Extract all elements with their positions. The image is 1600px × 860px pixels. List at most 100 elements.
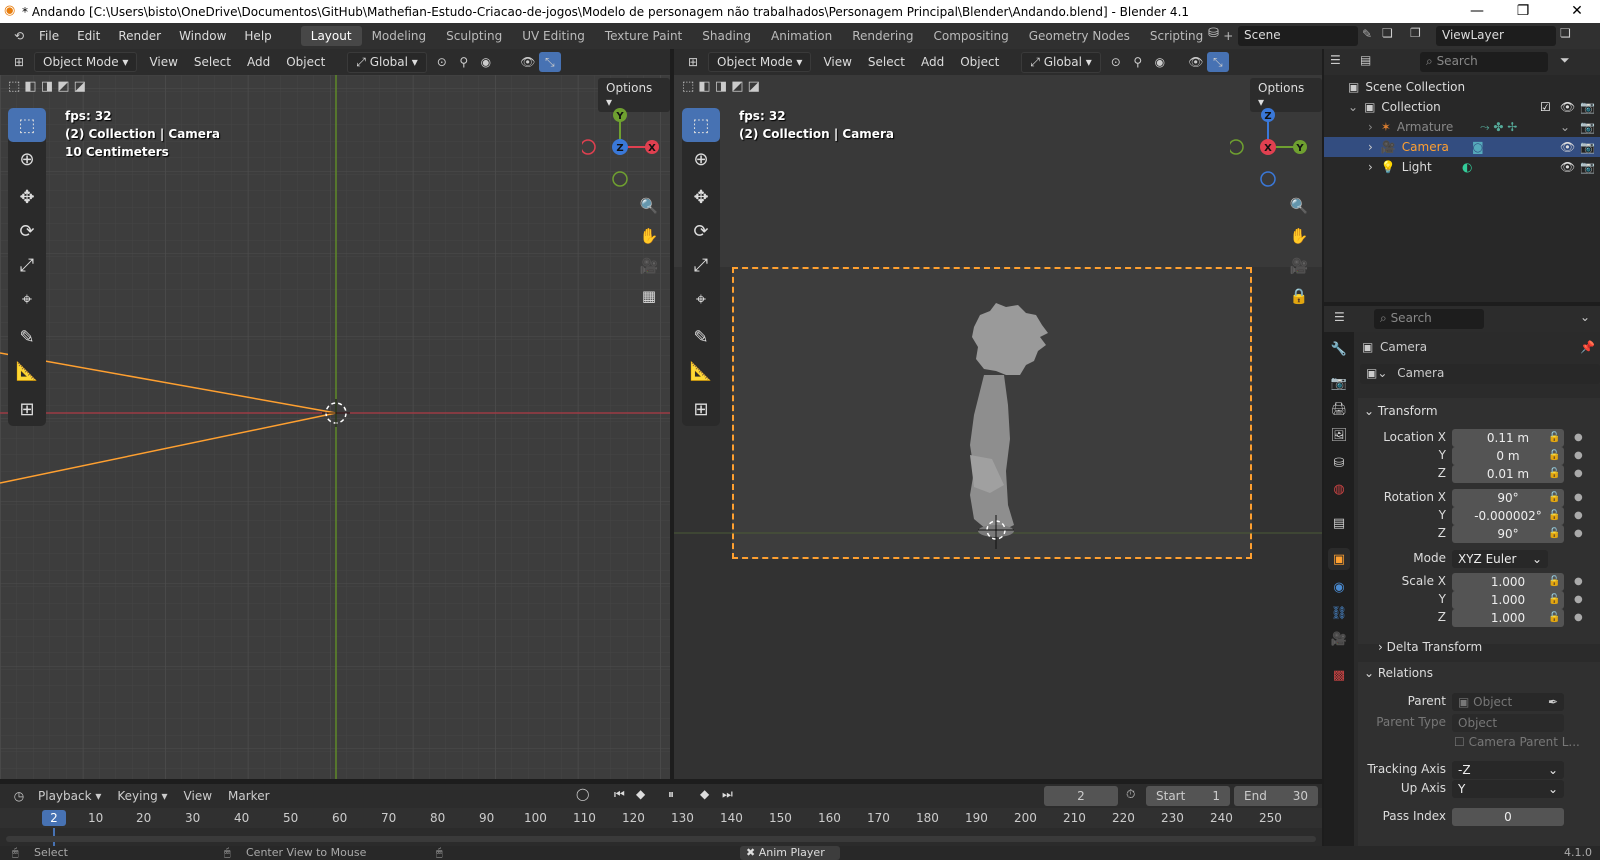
snap-icon[interactable]: ⚲	[1127, 52, 1149, 72]
pivot-icon[interactable]: ⊙	[1105, 52, 1127, 72]
outliner-row-light[interactable]: › 💡 Light ◐ 👁 📷	[1324, 157, 1600, 177]
lock-icon[interactable]: 🔓	[1548, 450, 1560, 461]
eye-icon[interactable]: 👁	[1560, 160, 1575, 174]
pan-hand-icon[interactable]: ✋	[1286, 223, 1312, 249]
close-button[interactable]: ✕	[1554, 0, 1600, 23]
right-menu-view[interactable]: View	[815, 55, 859, 69]
keyframe-dot-icon[interactable]: ●	[1574, 576, 1583, 587]
zoom-icon[interactable]: 🔍	[636, 193, 662, 219]
move-tool-icon[interactable]: ✥	[8, 180, 46, 214]
keyframe-dot-icon[interactable]: ●	[1574, 468, 1583, 479]
left-menu-select[interactable]: Select	[186, 55, 239, 69]
blender-menu-icon[interactable]: ⟲	[8, 26, 30, 46]
tab-compositing[interactable]: Compositing	[923, 26, 1018, 46]
texture-tab-icon[interactable]: ▩	[1328, 664, 1350, 686]
pivot-icon[interactable]: ⊙	[431, 52, 453, 72]
lock-icon[interactable]: 🔓	[1548, 492, 1560, 503]
outliner-editor-icon[interactable]: ☰	[1330, 53, 1341, 67]
tab-animation[interactable]: Animation	[761, 26, 842, 46]
menu-help[interactable]: Help	[235, 29, 280, 43]
tab-geometry-nodes[interactable]: Geometry Nodes	[1019, 26, 1140, 46]
gizmo-toggle-icon[interactable]: ⤡	[1206, 52, 1229, 72]
display-mode-icon[interactable]: ▤	[1360, 53, 1371, 67]
render-camera-icon[interactable]: 📷	[1580, 140, 1595, 154]
object-name-field[interactable]: ▣⌄ Camera	[1360, 364, 1600, 384]
chevron-down-icon[interactable]: ⌄	[1348, 100, 1358, 114]
minimize-button[interactable]: —	[1454, 0, 1500, 23]
scene-tab-icon[interactable]: ⛁	[1328, 452, 1350, 474]
pan-hand-icon[interactable]: ✋	[636, 223, 662, 249]
jump-end-icon[interactable]: ⏭	[722, 787, 733, 802]
eye-icon[interactable]: 👁	[1560, 140, 1575, 154]
timeline-menu-playback[interactable]: Playback ▾	[30, 789, 109, 803]
object-tab-icon[interactable]: ▣	[1328, 548, 1350, 570]
eye-icon[interactable]: 👁	[1560, 100, 1575, 114]
add-cube-tool-icon[interactable]: ⊞	[8, 392, 46, 426]
camera-parent-lock-checkbox[interactable]: ☐ Camera Parent L...	[1454, 735, 1580, 749]
cursor-tool-icon[interactable]: ⊕	[682, 142, 720, 176]
outliner-row-scene-collection[interactable]: ▣ Scene Collection	[1324, 77, 1600, 97]
camera-view-icon[interactable]: 🎥	[636, 253, 662, 279]
left-menu-object[interactable]: Object	[278, 55, 333, 69]
menu-file[interactable]: File	[30, 29, 68, 43]
parent-field[interactable]: ▣ Object ✒	[1452, 693, 1564, 711]
timeline-ruler[interactable]: 2 10 20 30 40 50 60 70 80 90 100 110 120…	[0, 808, 1322, 828]
left-menu-view[interactable]: View	[141, 55, 185, 69]
pin-icon[interactable]: 📌	[1580, 340, 1595, 354]
pass-index-field[interactable]: 0	[1452, 808, 1564, 826]
tracking-axis-dropdown[interactable]: -Z ⌄	[1452, 761, 1564, 779]
keyframe-dot-icon[interactable]: ●	[1574, 612, 1583, 623]
maximize-button[interactable]: ❐	[1500, 0, 1546, 23]
tab-scripting[interactable]: Scripting	[1140, 26, 1213, 46]
transform-tool-icon[interactable]: ⌖	[682, 282, 720, 316]
right-menu-add[interactable]: Add	[913, 55, 952, 69]
ortho-grid-icon[interactable]: ▦	[636, 283, 662, 309]
end-frame-field[interactable]: End 30	[1234, 786, 1318, 806]
left-nav-gizmo[interactable]: Y X Z	[582, 107, 670, 187]
tab-sculpting[interactable]: Sculpting	[436, 26, 512, 46]
zoom-icon[interactable]: 🔍	[1286, 193, 1312, 219]
tab-layout[interactable]: Layout	[300, 26, 362, 46]
transform-tool-icon[interactable]: ⌖	[8, 282, 46, 316]
left-orientation-dropdown[interactable]: ⤢ Global ▾	[347, 51, 427, 73]
start-frame-field[interactable]: Start 1	[1146, 786, 1230, 806]
physics-tab-icon[interactable]: ◉	[1328, 576, 1350, 598]
right-menu-object[interactable]: Object	[952, 55, 1007, 69]
tab-rendering[interactable]: Rendering	[842, 26, 923, 46]
add-cube-tool-icon[interactable]: ⊞	[682, 392, 720, 426]
timeline-menu-marker[interactable]: Marker	[220, 789, 277, 803]
lock-camera-icon[interactable]: 🔒	[1286, 283, 1312, 309]
keyframe-dot-icon[interactable]: ●	[1574, 528, 1583, 539]
measure-tool-icon[interactable]: 📐	[8, 354, 46, 388]
anim-player-job[interactable]: ✖ Anim Player	[740, 846, 840, 860]
measure-tool-icon[interactable]: 📐	[682, 354, 720, 388]
tool-tab-icon[interactable]: 🔧	[1328, 338, 1350, 360]
playhead-frame[interactable]: 2	[42, 810, 66, 826]
right-mode-dropdown[interactable]: Object Mode ▾	[708, 52, 812, 72]
keyframe-dot-icon[interactable]: ●	[1574, 450, 1583, 461]
right-viewport[interactable]: ⬚ ⊕ ✥ ⟳ ⤢ ⌖ ✎ 📐 ⊞ ⬚ ◧ ◨ ◩ ◪ fps: 32 (2) …	[674, 75, 1322, 779]
rotation-mode-dropdown[interactable]: XYZ Euler ⌄	[1452, 550, 1548, 568]
menu-window[interactable]: Window	[170, 29, 235, 43]
scene-selector[interactable]: Scene	[1238, 26, 1358, 46]
editor-type-icon[interactable]: ⊞	[682, 52, 704, 72]
record-icon[interactable]: ◯	[576, 787, 589, 801]
timeline-menu-keying[interactable]: Keying ▾	[109, 789, 175, 803]
visibility-icon[interactable]: 👁	[517, 52, 539, 72]
up-axis-dropdown[interactable]: Y ⌄	[1452, 780, 1564, 798]
render-camera-icon[interactable]: 📷	[1580, 120, 1595, 134]
tab-modeling[interactable]: Modeling	[362, 26, 437, 46]
world-tab-icon[interactable]: ◍	[1328, 478, 1350, 500]
render-camera-icon[interactable]: 📷	[1580, 160, 1595, 174]
parent-type-dropdown[interactable]: Object	[1452, 714, 1564, 732]
menu-edit[interactable]: Edit	[68, 29, 109, 43]
tab-shading[interactable]: Shading	[692, 26, 761, 46]
scale-tool-icon[interactable]: ⤢	[682, 248, 720, 282]
left-viewport[interactable]: ⬚ ⊕ ✥ ⟳ ⤢ ⌖ ✎ 📐 ⊞ ⬚ ◧ ◨ ◩ ◪ fps: 32 (2) …	[0, 75, 670, 779]
proportional-edit-icon[interactable]: ◉	[1149, 52, 1171, 72]
right-menu-select[interactable]: Select	[860, 55, 913, 69]
cancel-icon[interactable]: ✖	[746, 846, 755, 859]
timeline-scrollbar[interactable]	[6, 836, 1316, 842]
select-box-tool-icon[interactable]: ⬚	[682, 108, 720, 142]
annotate-tool-icon[interactable]: ✎	[682, 320, 720, 354]
